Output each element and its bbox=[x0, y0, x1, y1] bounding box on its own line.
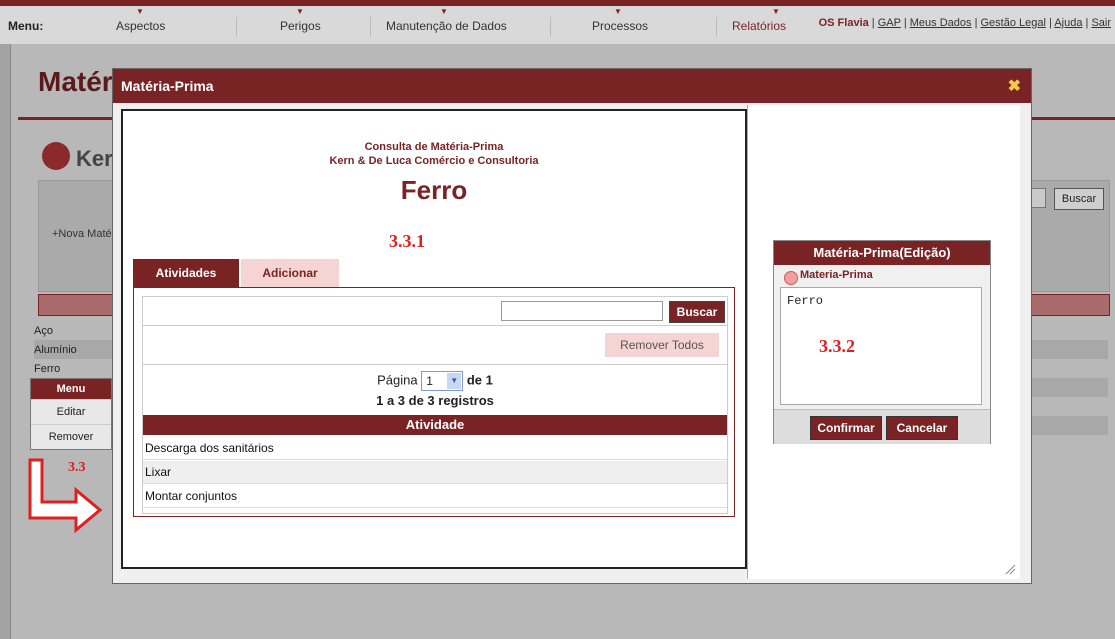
records-count: 1 a 3 de 3 registros bbox=[376, 393, 494, 408]
top-accent-strip bbox=[0, 0, 1115, 6]
confirm-button[interactable]: Confirmar bbox=[810, 416, 882, 440]
page-label: Página bbox=[377, 372, 418, 388]
link-gestao-legal[interactable]: Gestão Legal bbox=[981, 17, 1046, 29]
textarea-value: Ferro bbox=[787, 294, 824, 308]
table-row[interactable]: Lixar bbox=[143, 461, 727, 484]
menu-item-manutencao[interactable]: Manutenção de Dados bbox=[386, 19, 507, 33]
list-item[interactable]: Aço bbox=[34, 322, 77, 341]
link-sair[interactable]: Sair bbox=[1091, 17, 1111, 29]
pagination: Página 1 ▼ de 1 1 a 3 de 3 registros bbox=[143, 365, 727, 413]
link-meus-dados[interactable]: Meus Dados bbox=[910, 17, 972, 29]
context-menu: Menu Editar Remover bbox=[30, 378, 112, 450]
background-search-button[interactable]: Buscar bbox=[1054, 188, 1104, 210]
menu-divider bbox=[370, 17, 371, 37]
link-gap[interactable]: GAP bbox=[878, 17, 901, 29]
resize-handle-icon[interactable] bbox=[1004, 563, 1016, 575]
remove-row: Remover Todos bbox=[143, 326, 727, 365]
user-links: OS Flavia | GAP | Meus Dados | Gestão Le… bbox=[818, 17, 1111, 29]
background-list: Aço Alumínio Ferro bbox=[34, 322, 77, 379]
tab-adicionar[interactable]: Adicionar bbox=[241, 259, 339, 287]
menu-divider bbox=[716, 17, 717, 37]
list-item[interactable]: Ferro bbox=[34, 360, 77, 379]
chevron-down-icon: ▼ bbox=[296, 7, 304, 16]
chevron-down-icon: ▼ bbox=[614, 7, 622, 16]
search-row: Buscar bbox=[143, 297, 727, 326]
table-row[interactable]: Descarga dos sanitários bbox=[143, 437, 727, 460]
chevron-down-icon: ▼ bbox=[447, 373, 462, 389]
annotation-3-3-1: 3.3.1 bbox=[389, 231, 425, 251]
top-menu-bar: Menu: ▼ Aspectos ▼ Perigos ▼ Manutenção … bbox=[0, 0, 1115, 44]
list-item[interactable]: Alumínio bbox=[34, 341, 77, 360]
menu-item-processos[interactable]: Processos bbox=[592, 19, 648, 33]
column-header-atividade: Atividade bbox=[143, 415, 727, 435]
chevron-down-icon: ▼ bbox=[136, 7, 144, 16]
context-menu-edit[interactable]: Editar bbox=[31, 399, 111, 424]
edit-form: Matéria-Prima(Edição) Materia-Prima Ferr… bbox=[773, 240, 991, 444]
close-icon[interactable]: ✖ bbox=[1008, 76, 1021, 96]
remove-all-button[interactable]: Remover Todos bbox=[605, 333, 719, 357]
tab-atividades[interactable]: Atividades bbox=[133, 259, 239, 287]
context-menu-header: Menu bbox=[31, 379, 111, 399]
consulta-heading: Consulta de Matéria-Prima bbox=[364, 141, 504, 153]
menu-item-aspectos[interactable]: Aspectos bbox=[116, 19, 165, 33]
consulta-pane: Consulta de Matéria-Prima Kern & De Luca… bbox=[121, 109, 747, 569]
menu-label: Menu: bbox=[8, 19, 44, 33]
table-row[interactable]: Montar conjuntos bbox=[143, 485, 727, 508]
page-suffix: de 1 bbox=[466, 372, 493, 388]
dialog-header: Matéria-Prima ✖ bbox=[113, 69, 1031, 103]
page-select[interactable]: 1 ▼ bbox=[421, 371, 464, 391]
search-input[interactable] bbox=[501, 301, 663, 321]
menu-divider bbox=[236, 17, 237, 37]
menu-item-perigos[interactable]: Perigos bbox=[280, 19, 321, 33]
radio-button[interactable] bbox=[784, 271, 798, 285]
menu-divider bbox=[550, 17, 551, 37]
edit-buttons-bar: Confirmar Cancelar bbox=[774, 409, 990, 444]
annotation-arrow-icon bbox=[28, 458, 103, 534]
edit-form-title: Matéria-Prima(Edição) bbox=[774, 241, 990, 265]
link-ajuda[interactable]: Ajuda bbox=[1054, 17, 1082, 29]
section-bullet-icon bbox=[42, 142, 70, 170]
context-menu-remove[interactable]: Remover bbox=[31, 424, 111, 449]
search-button[interactable]: Buscar bbox=[669, 301, 725, 323]
material-name: Ferro bbox=[400, 175, 468, 205]
dialog-title: Matéria-Prima bbox=[121, 78, 214, 94]
radio-label: Materia-Prima bbox=[800, 269, 873, 281]
chevron-down-icon: ▼ bbox=[772, 7, 780, 16]
annotation-3-3-2: 3.3.2 bbox=[819, 336, 855, 356]
page-select-value: 1 bbox=[426, 374, 433, 388]
company-heading: Kern & De Luca Comércio e Consultoria bbox=[329, 155, 539, 167]
atividades-grid: Buscar Remover Todos Página 1 ▼ de 1 1 a … bbox=[142, 296, 728, 514]
cancel-button[interactable]: Cancelar bbox=[886, 416, 958, 440]
chevron-down-icon: ▼ bbox=[440, 7, 448, 16]
user-name: OS Flavia bbox=[818, 17, 869, 29]
atividades-panel: Buscar Remover Todos Página 1 ▼ de 1 1 a … bbox=[133, 287, 735, 517]
materia-prima-textarea[interactable]: Ferro 3.3.2 bbox=[780, 287, 982, 405]
menu-item-relatorios[interactable]: Relatórios bbox=[732, 19, 786, 33]
